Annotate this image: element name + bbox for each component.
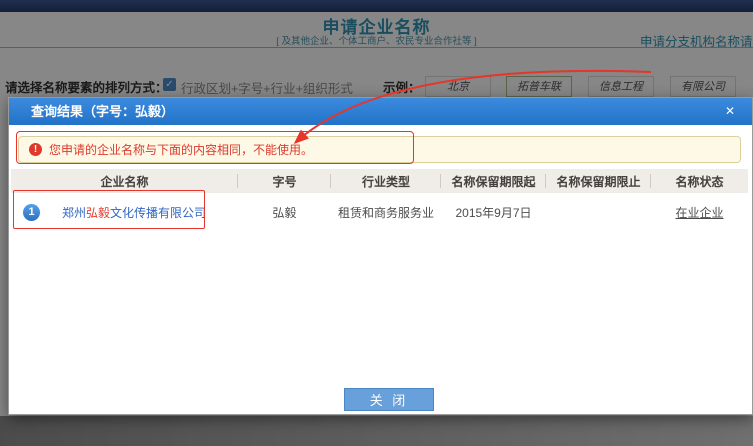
company-name-prefix: 郑州	[62, 206, 86, 220]
status-link[interactable]: 在业企业	[675, 204, 723, 221]
duplicate-name-warning: ! 您申请的企业名称与下面的内容相同，不能使用。	[18, 136, 741, 163]
company-name-link[interactable]: 郑州弘毅文化传播有限公司	[62, 204, 206, 221]
col-header-reserve-start: 名称保留期限起	[441, 169, 546, 193]
cell-company-name: 1 郑州弘毅文化传播有限公司	[11, 193, 238, 231]
table-row: 1 郑州弘毅文化传播有限公司 弘毅 租赁和商务服务业 2015年9月7日 在业企…	[11, 193, 748, 231]
cell-status: 在业企业	[651, 193, 748, 231]
query-result-modal: 查询结果（字号：弘毅） ✕ ! 您申请的企业名称与下面的内容相同，不能使用。 企…	[8, 97, 753, 415]
result-table-header: 企业名称 字号 行业类型 名称保留期限起 名称保留期限止 名称状态	[11, 169, 748, 193]
col-header-tradename: 字号	[238, 169, 331, 193]
cell-industry: 租赁和商务服务业	[331, 193, 441, 231]
col-header-company: 企业名称	[11, 169, 238, 193]
col-header-industry: 行业类型	[331, 169, 441, 193]
warning-text: 您申请的企业名称与下面的内容相同，不能使用。	[49, 141, 313, 158]
cell-tradename: 弘毅	[238, 193, 331, 231]
company-name-highlight: 弘毅	[86, 206, 110, 220]
company-name-suffix: 文化传播有限公司	[110, 206, 206, 220]
cell-reserve-start: 2015年9月7日	[441, 193, 546, 231]
modal-title: 查询结果（字号：弘毅）	[9, 98, 752, 125]
close-icon[interactable]: ✕	[720, 98, 740, 125]
col-header-reserve-end: 名称保留期限止	[546, 169, 651, 193]
row-index-badge: 1	[23, 204, 40, 221]
warning-icon: !	[29, 143, 42, 156]
cell-reserve-end	[546, 193, 651, 231]
close-button[interactable]: 关 闭	[344, 388, 434, 411]
col-header-status: 名称状态	[651, 169, 748, 193]
